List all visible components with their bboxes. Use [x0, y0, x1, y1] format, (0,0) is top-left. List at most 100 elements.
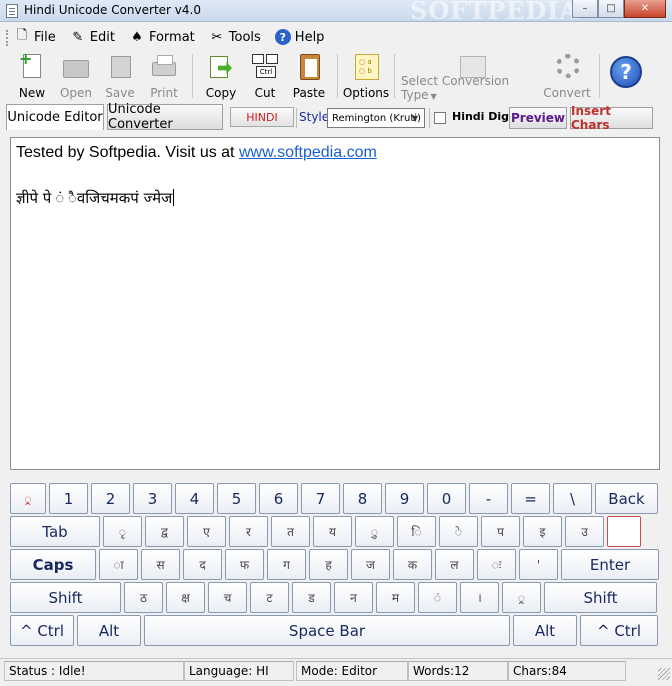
edit-icon: ✎	[72, 29, 84, 45]
minimize-button[interactable]: –	[572, 0, 598, 18]
window-title: Hindi Unicode Converter v4.0	[24, 3, 201, 17]
menu-file-label: File	[34, 29, 56, 45]
keyboard-key[interactable]: \	[553, 483, 592, 514]
keyboard-key[interactable]: र	[229, 516, 268, 547]
keyboard-key[interactable]: ट	[250, 582, 289, 613]
keyboard-key[interactable]: 8	[343, 483, 382, 514]
keyboard-key[interactable]: य	[313, 516, 352, 547]
hindi-digit-checkbox[interactable]	[434, 112, 446, 124]
tab-unicode-converter[interactable]: Unicode Converter	[107, 102, 223, 132]
keyboard-key[interactable]: म	[376, 582, 415, 613]
caps-lock-key[interactable]: Caps	[10, 549, 96, 580]
keyboard-key[interactable]: ए	[187, 516, 226, 547]
copy-button[interactable]: Copy	[199, 50, 243, 102]
keyboard-key[interactable]: ठ	[124, 582, 163, 613]
keyboard-key[interactable]: ल	[435, 549, 474, 580]
cut-button[interactable]: Ctrl Cut	[243, 50, 287, 102]
keyboard-key[interactable]: ि	[397, 516, 436, 547]
app-icon	[6, 4, 18, 18]
keyboard-key[interactable]: 2	[91, 483, 130, 514]
shift-key[interactable]: Shift	[10, 582, 121, 613]
editor-hindi-text: ज्ञीपे पे ं ैवजिचमकपं ज्मेज	[16, 189, 173, 207]
ctrl-key[interactable]: ^ Ctrl	[10, 615, 74, 646]
keyboard-key[interactable]: फ	[225, 549, 264, 580]
separator	[429, 108, 430, 128]
keyboard-key[interactable]: =	[511, 483, 550, 514]
keyboard-key[interactable]: द	[183, 549, 222, 580]
keyboard-key[interactable]: न	[334, 582, 373, 613]
tab-key[interactable]: Tab	[10, 516, 100, 547]
keyboard-key[interactable]: '	[519, 549, 558, 580]
keyboard-key[interactable]: ु	[355, 516, 394, 547]
keyboard-key[interactable]: -	[469, 483, 508, 514]
space-bar-key[interactable]: Space Bar	[144, 615, 510, 646]
menu-help[interactable]: ? Help	[274, 29, 324, 45]
tab-unicode-editor[interactable]: Unicode Editor	[6, 104, 104, 130]
menu-tools[interactable]: ✂ Tools	[209, 29, 260, 45]
keyboard-key[interactable]: ा	[99, 549, 138, 580]
keyboard-key[interactable]: ज	[351, 549, 390, 580]
paste-label: Paste	[292, 86, 326, 100]
conversion-type-button[interactable]: Select Conversion Type ▼	[401, 50, 541, 102]
keyboard-key[interactable]: स	[141, 549, 180, 580]
keyboard-key[interactable]: क	[393, 549, 432, 580]
shift-key[interactable]: Shift	[544, 582, 657, 613]
keyboard-key[interactable]: ः	[477, 549, 516, 580]
keyboard-key[interactable]: च	[208, 582, 247, 613]
keyboard-key[interactable]: प	[481, 516, 520, 547]
help-button[interactable]: ?	[610, 56, 642, 88]
keyboard-key[interactable]: 3	[133, 483, 172, 514]
alt-key[interactable]: Alt	[513, 615, 577, 646]
keyboard-key[interactable]: इ	[523, 516, 562, 547]
keyboard-key[interactable]: त	[271, 516, 310, 547]
enter-key[interactable]: Enter	[561, 549, 659, 580]
keyboard-key[interactable]: 4	[175, 483, 214, 514]
keyboard-key[interactable]: उ	[565, 516, 604, 547]
new-button[interactable]: + New	[10, 50, 54, 102]
maximize-button[interactable]: □	[598, 0, 624, 18]
keyboard-key[interactable]: ग	[267, 549, 306, 580]
keyboard-key[interactable]: ्र	[10, 483, 46, 514]
open-button[interactable]: Open	[54, 50, 98, 102]
print-button[interactable]: Print	[142, 50, 186, 102]
keyboard-key[interactable]	[607, 516, 641, 547]
menu-edit[interactable]: ✎ Edit	[70, 29, 115, 45]
options-button[interactable]: Options	[343, 50, 389, 102]
menu-format[interactable]: ♠ Format	[129, 29, 195, 45]
style-dropdown[interactable]: Remington (Kruti) ▼	[327, 108, 425, 128]
menu-file[interactable]: 🗋 File	[14, 28, 56, 45]
keyboard-key[interactable]: द्व	[145, 516, 184, 547]
ctrl-key[interactable]: ^ Ctrl	[580, 615, 658, 646]
open-label: Open	[59, 86, 93, 100]
keyboard-key[interactable]: 5	[217, 483, 256, 514]
menu-bar: 🗋 File ✎ Edit ♠ Format ✂ Tools ? Help	[0, 24, 672, 50]
paste-button[interactable]: Paste	[287, 50, 331, 102]
keyboard-key[interactable]: ्र	[502, 582, 541, 613]
unicode-editor-textarea[interactable]: Tested by Softpedia. Visit us at www.sof…	[10, 137, 660, 470]
hindi-button[interactable]: HINDI	[230, 107, 294, 127]
tools-icon: ✂	[211, 29, 223, 45]
keyboard-key[interactable]: 6	[259, 483, 298, 514]
alt-key[interactable]: Alt	[77, 615, 141, 646]
keyboard-key[interactable]: ह	[309, 549, 348, 580]
keyboard-key[interactable]: े	[439, 516, 478, 547]
keyboard-key[interactable]: ं	[418, 582, 457, 613]
keyboard-key[interactable]: ृ	[103, 516, 142, 547]
insert-chars-button[interactable]: Insert Chars	[570, 104, 653, 132]
format-icon: ♠	[131, 29, 143, 45]
keyboard-key[interactable]: 9	[385, 483, 424, 514]
softpedia-link[interactable]: www.softpedia.com	[239, 144, 377, 161]
preview-button[interactable]: Preview	[509, 107, 567, 129]
save-button[interactable]: Save	[98, 50, 142, 102]
resize-grip[interactable]	[658, 668, 670, 680]
keyboard-key[interactable]: 1	[49, 483, 88, 514]
language-status: Language: HI	[184, 661, 294, 681]
keyboard-key[interactable]: ड	[292, 582, 331, 613]
keyboard-key[interactable]: ।	[460, 582, 499, 613]
keyboard-key[interactable]: 7	[301, 483, 340, 514]
close-button[interactable]: ✕	[624, 0, 666, 18]
convert-button[interactable]: Convert	[541, 50, 593, 102]
keyboard-key[interactable]: क्ष	[166, 582, 205, 613]
keyboard-key[interactable]: 0	[427, 483, 466, 514]
backspace-key[interactable]: Back	[595, 483, 658, 514]
